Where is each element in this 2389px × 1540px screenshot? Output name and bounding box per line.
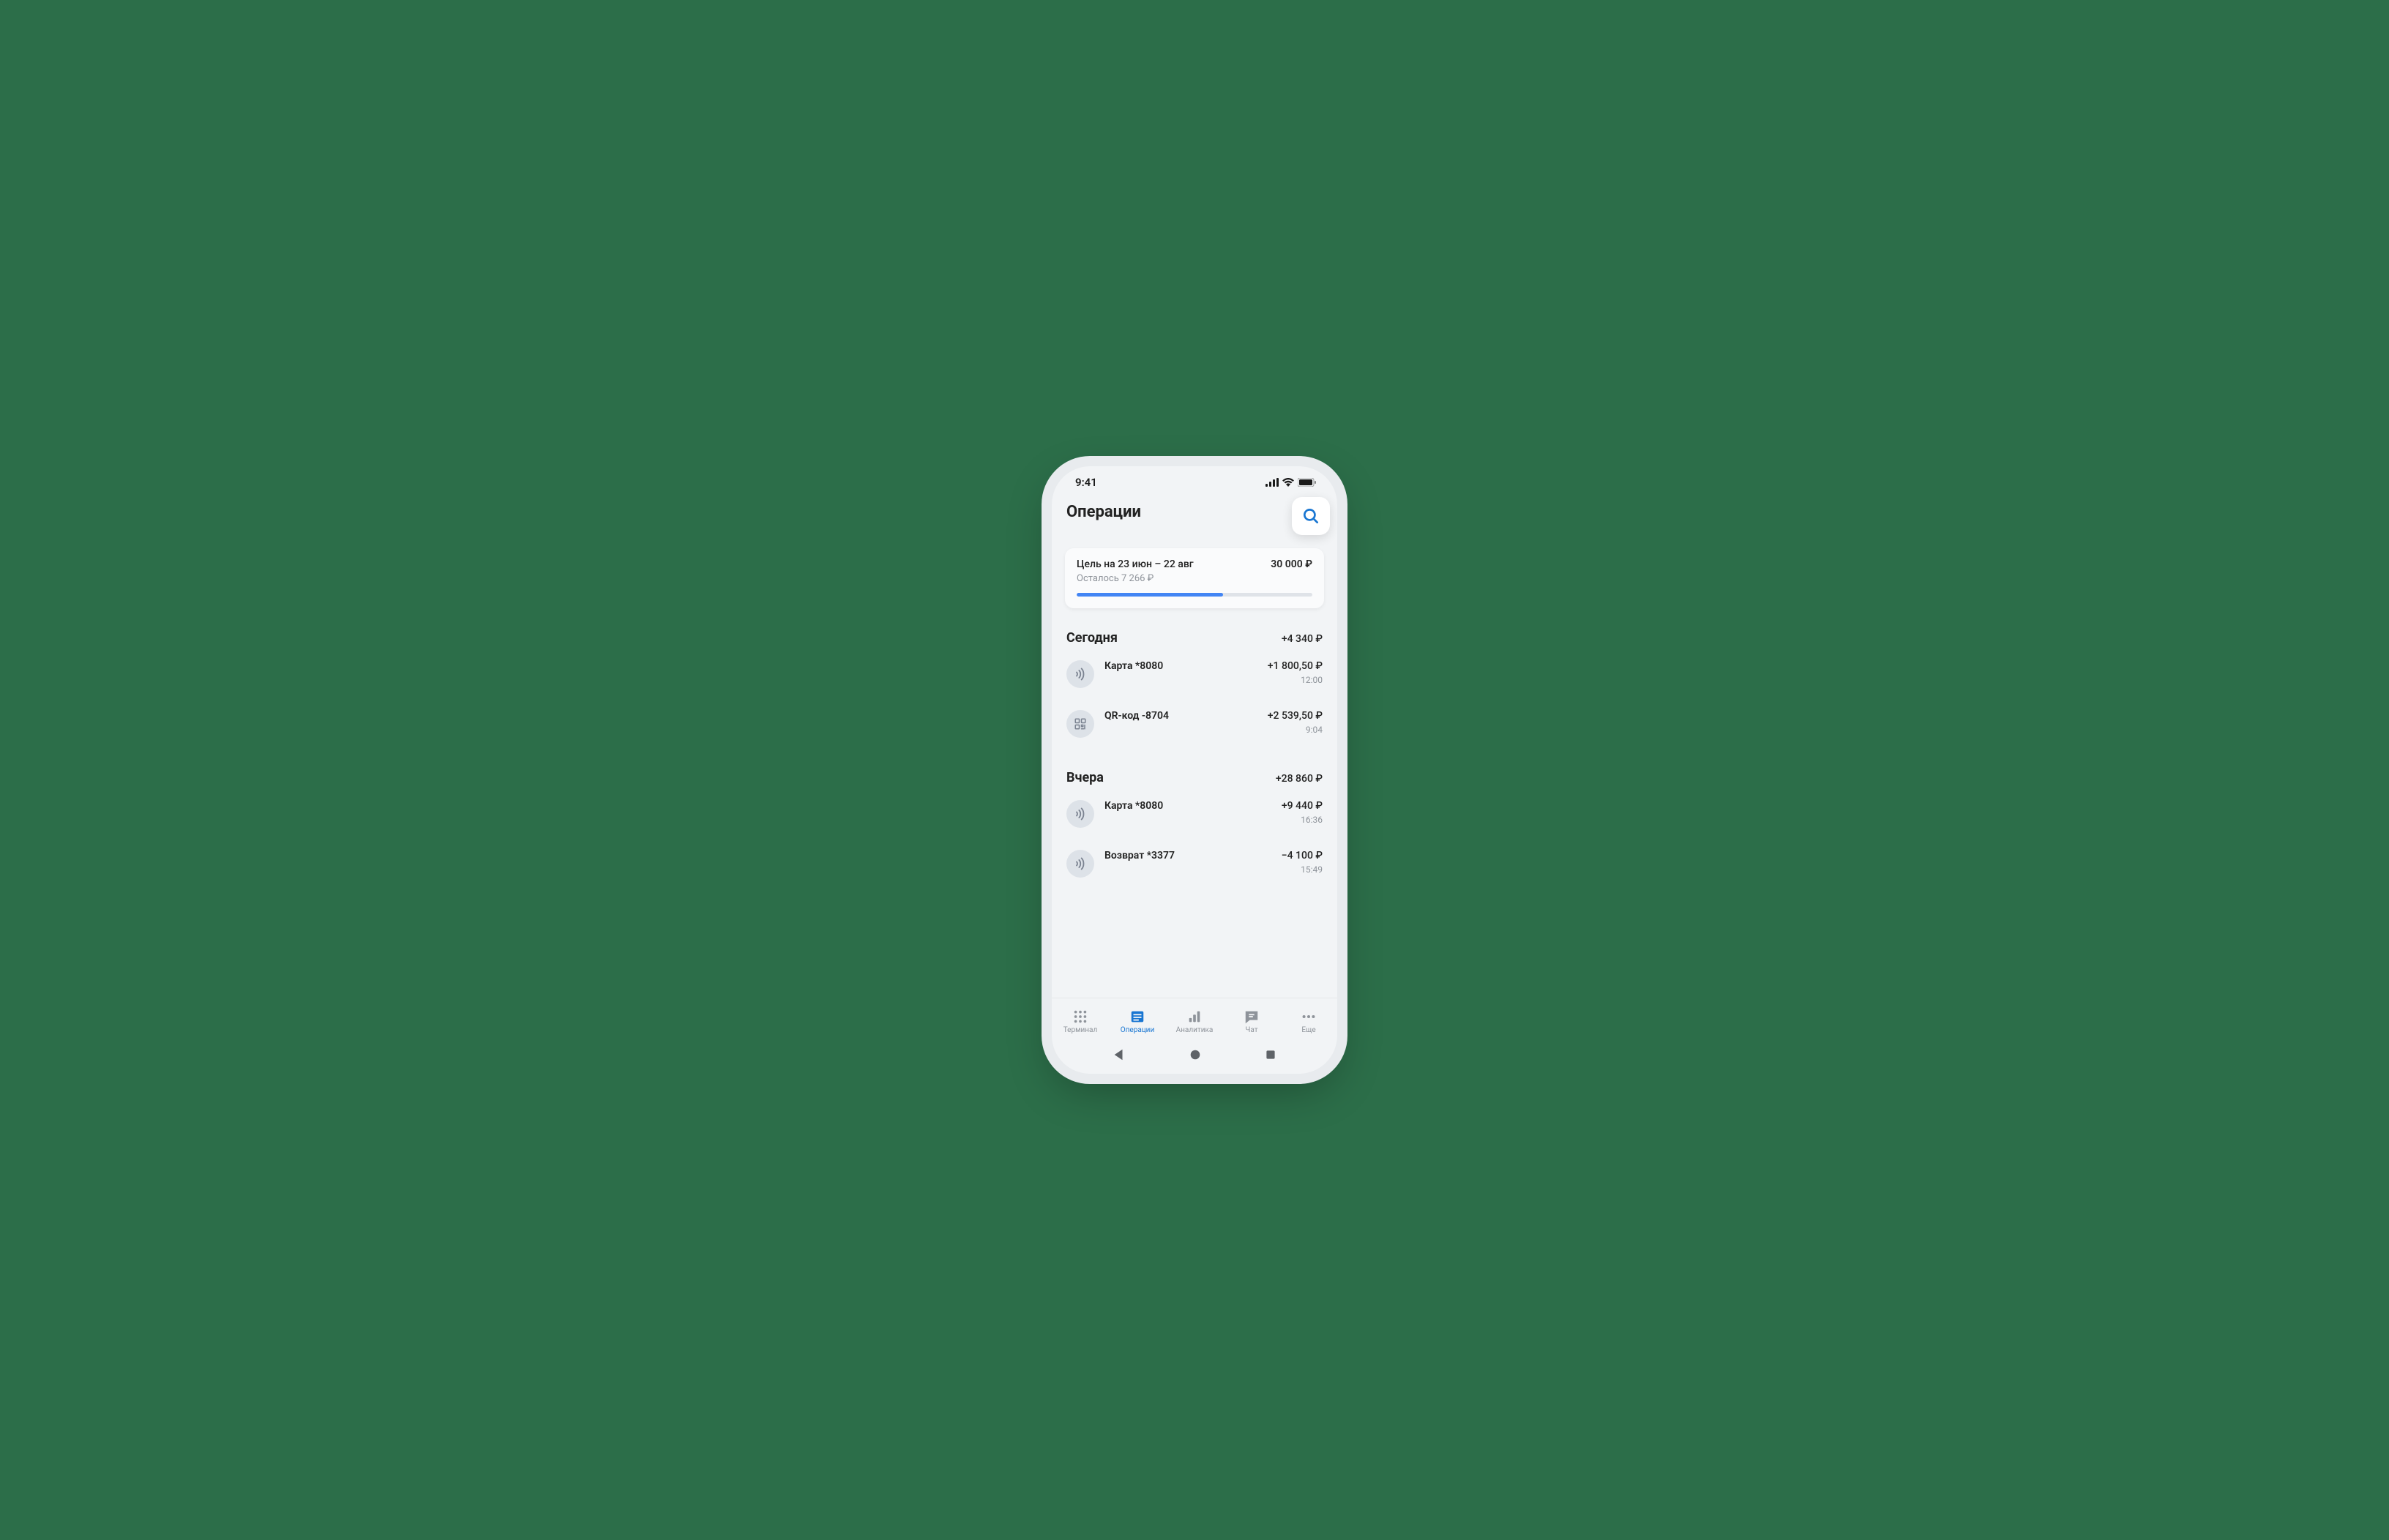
section-header-yesterday: Вчера +28 860 ₽ <box>1066 770 1323 785</box>
tab-chat[interactable]: Чат <box>1223 1009 1280 1034</box>
contactless-icon <box>1066 660 1094 688</box>
transaction-time: 12:00 <box>1268 675 1323 685</box>
goal-amount: 30 000 ₽ <box>1271 558 1312 570</box>
status-indicators <box>1265 478 1317 487</box>
transaction-row[interactable]: Карта *8080 +1 800,50 ₽ 12:00 <box>1066 648 1323 698</box>
transaction-amount: −4 100 ₽ <box>1282 850 1323 861</box>
nav-recent-icon[interactable] <box>1265 1049 1276 1061</box>
wifi-icon <box>1282 478 1294 487</box>
nav-home-icon[interactable] <box>1189 1048 1202 1061</box>
transaction-title: Карта *8080 <box>1104 800 1282 812</box>
contactless-icon <box>1066 800 1094 828</box>
tab-bar: Терминал Операции Аналитика Чат Еще <box>1052 998 1337 1042</box>
tab-terminal[interactable]: Терминал <box>1052 1009 1109 1034</box>
section-sum: +4 340 ₽ <box>1282 633 1323 645</box>
transaction-title: Карта *8080 <box>1104 660 1268 672</box>
transaction-row[interactable]: Карта *8080 +9 440 ₽ 16:36 <box>1066 788 1323 838</box>
tab-operations[interactable]: Операции <box>1109 1009 1166 1034</box>
goal-card[interactable]: Цель на 23 июн – 22 авг 30 000 ₽ Осталос… <box>1065 548 1324 608</box>
screen: 9:41 Операции Цель на 23 июн – 22 авг <box>1052 466 1337 1074</box>
transaction-title: Возврат *3377 <box>1104 850 1282 861</box>
tab-label: Терминал <box>1063 1026 1098 1034</box>
transaction-row[interactable]: Возврат *3377 −4 100 ₽ 15:49 <box>1066 838 1323 888</box>
cellular-icon <box>1265 478 1279 487</box>
transaction-row[interactable]: QR-код -8704 +2 539,50 ₽ 9:04 <box>1066 698 1323 748</box>
tab-more[interactable]: Еще <box>1280 1009 1337 1034</box>
tab-label: Чат <box>1245 1026 1257 1034</box>
qr-icon <box>1066 710 1094 738</box>
section-header-today: Сегодня +4 340 ₽ <box>1066 630 1323 646</box>
battery-icon <box>1298 478 1317 487</box>
search-icon <box>1301 507 1320 526</box>
tab-label: Операции <box>1121 1026 1154 1034</box>
section-title: Вчера <box>1066 770 1104 785</box>
page-title: Операции <box>1066 503 1141 521</box>
transaction-time: 15:49 <box>1282 864 1323 875</box>
status-bar: 9:41 <box>1052 466 1337 498</box>
transaction-amount: +1 800,50 ₽ <box>1268 660 1323 672</box>
nav-back-icon[interactable] <box>1113 1048 1126 1061</box>
header: Операции <box>1052 498 1337 522</box>
goal-remaining: Осталось 7 266 ₽ <box>1077 573 1312 584</box>
chat-icon <box>1244 1009 1260 1025</box>
phone-frame: 9:41 Операции Цель на 23 июн – 22 авг <box>1052 466 1337 1074</box>
tab-analytics[interactable]: Аналитика <box>1166 1009 1223 1034</box>
chart-icon <box>1186 1009 1203 1025</box>
transactions-list[interactable]: Сегодня +4 340 ₽ Карта *8080 +1 800,50 ₽… <box>1052 608 1337 998</box>
tab-label: Еще <box>1301 1026 1315 1034</box>
transaction-title: QR-код -8704 <box>1104 710 1268 722</box>
system-nav-bar <box>1052 1042 1337 1074</box>
status-time: 9:41 <box>1075 476 1097 489</box>
goal-title: Цель на 23 июн – 22 авг <box>1077 558 1194 570</box>
goal-progress-fill <box>1077 593 1223 597</box>
dots-icon <box>1301 1009 1317 1025</box>
grid-icon <box>1072 1009 1088 1025</box>
transaction-amount: +2 539,50 ₽ <box>1268 710 1323 722</box>
goal-progress-track <box>1077 593 1312 597</box>
transaction-amount: +9 440 ₽ <box>1282 800 1323 812</box>
search-button[interactable] <box>1292 497 1330 535</box>
section-sum: +28 860 ₽ <box>1276 773 1323 785</box>
transaction-time: 16:36 <box>1282 815 1323 825</box>
list-icon <box>1129 1009 1145 1025</box>
transaction-time: 9:04 <box>1268 725 1323 735</box>
tab-label: Аналитика <box>1176 1026 1214 1034</box>
section-title: Сегодня <box>1066 630 1118 646</box>
contactless-icon <box>1066 850 1094 878</box>
